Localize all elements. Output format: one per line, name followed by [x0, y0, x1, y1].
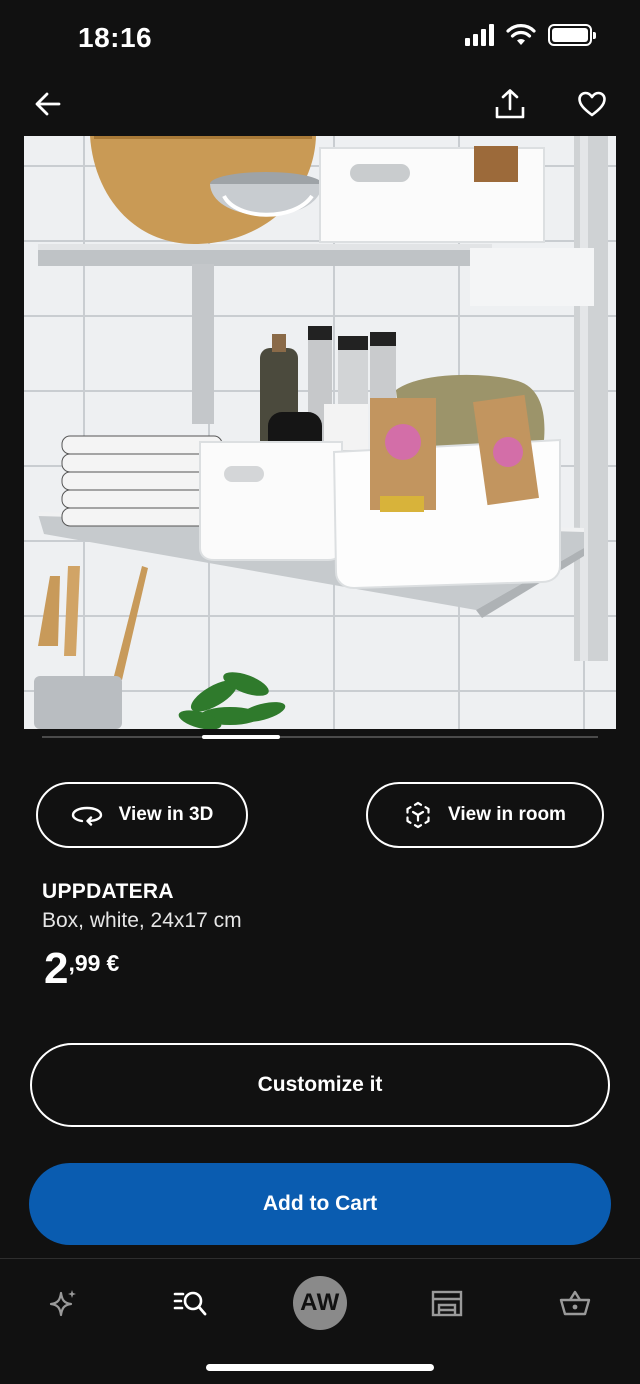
share-icon — [495, 89, 525, 119]
arrow-left-icon — [35, 92, 61, 116]
search-list-icon — [173, 1291, 207, 1316]
battery-icon — [548, 24, 596, 46]
status-time: 18:16 — [78, 22, 153, 53]
image-carousel-indicator[interactable] — [42, 735, 598, 739]
avatar: AW — [293, 1276, 347, 1330]
tab-search[interactable] — [160, 1273, 220, 1333]
product-detail-screen: 18:16 View in 3D View in room UPPDATERA … — [0, 0, 640, 1384]
wifi-icon — [506, 24, 536, 45]
product-name: UPPDATERA — [42, 880, 174, 903]
top-navigation — [0, 80, 640, 128]
price-currency: € — [106, 950, 120, 976]
tab-profile[interactable]: AW — [290, 1273, 350, 1333]
tab-store[interactable] — [417, 1273, 477, 1333]
product-price: 2 ,99 € — [44, 944, 119, 994]
basket-icon — [559, 1290, 591, 1316]
status-bar: 18:16 — [0, 0, 640, 76]
ar-cube-icon — [406, 801, 430, 829]
product-image[interactable] — [24, 136, 616, 729]
add-to-cart-label: Add to Cart — [262, 1192, 378, 1215]
share-button[interactable] — [486, 80, 534, 128]
product-description: Box, white, 24x17 cm — [42, 909, 242, 932]
view-in-room-label: View in room — [448, 804, 566, 825]
view-in-3d-button[interactable]: View in 3D — [36, 782, 248, 848]
favorite-button[interactable] — [568, 80, 616, 128]
rotate-3d-icon — [71, 806, 102, 826]
customize-button[interactable]: Customize it — [30, 1043, 610, 1127]
product-photo — [24, 136, 616, 729]
view-in-room-button[interactable]: View in room — [366, 782, 604, 848]
view-in-3d-label: View in 3D — [118, 804, 214, 825]
back-button[interactable] — [24, 80, 72, 128]
price-decimal: ,99 — [68, 950, 101, 976]
status-icons — [465, 24, 596, 46]
sparkle-icon — [49, 1290, 76, 1317]
store-icon — [431, 1290, 463, 1317]
price-integer: 2 — [44, 944, 69, 993]
add-to-cart-button[interactable]: Add to Cart — [29, 1163, 611, 1245]
customize-label: Customize it — [257, 1073, 383, 1096]
tab-inspiration[interactable] — [34, 1273, 94, 1333]
tab-cart[interactable] — [545, 1273, 605, 1333]
cellular-signal-icon — [465, 24, 494, 46]
carousel-active-thumb — [202, 735, 280, 739]
home-indicator[interactable] — [206, 1364, 434, 1371]
heart-icon — [578, 91, 606, 117]
